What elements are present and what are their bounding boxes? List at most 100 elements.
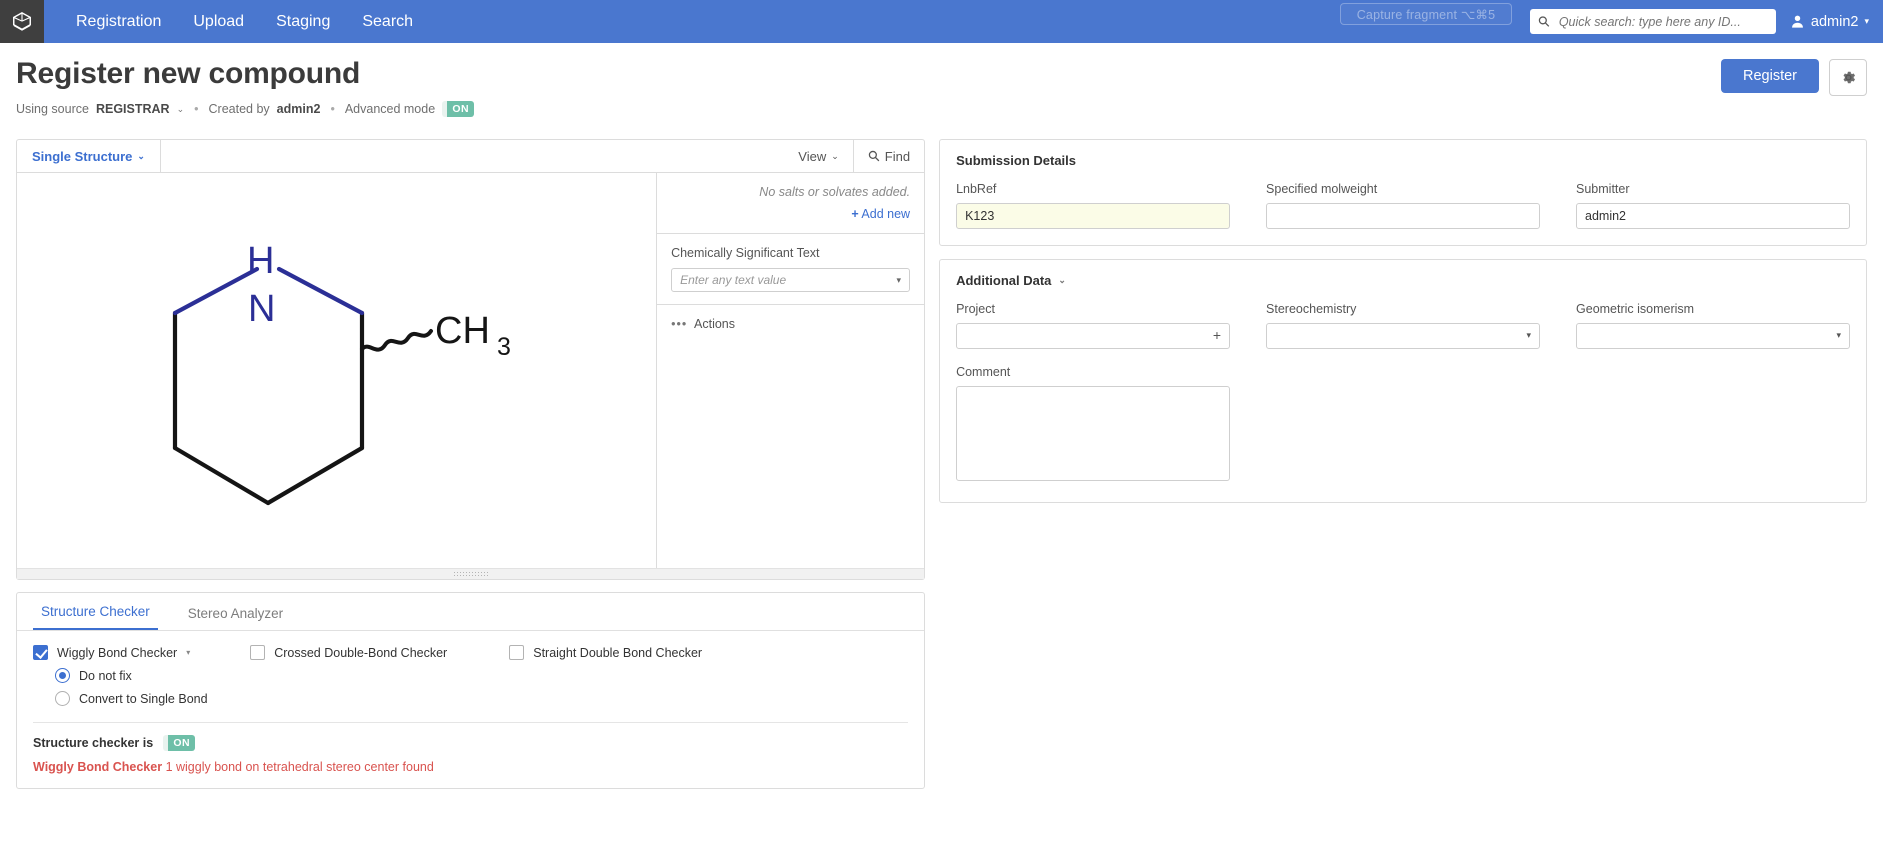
structure-canvas[interactable]: H N CH 3 [17,173,656,568]
nav-link-staging[interactable]: Staging [260,0,346,43]
user-icon [1790,14,1805,29]
cst-select[interactable]: Enter any text value ▾ [671,268,910,292]
project-input[interactable] [956,323,1230,349]
chevron-down-icon: ⌄ [831,151,839,162]
radio-option-do-not-fix[interactable]: Do not fix [55,668,908,683]
checkbox-wiggly-bond-checker[interactable] [33,645,48,660]
radio-convert-to-single-bond[interactable] [55,691,70,706]
nav-link-registration[interactable]: Registration [60,0,177,43]
wiggly-fix-radio-group: Do not fix Convert to Single Bond [33,660,908,706]
page-title: Register new compound [16,57,1867,91]
add-new-label: Add new [861,207,910,221]
geometric-isomerism-input[interactable] [1576,323,1850,349]
structure-mode-selector[interactable]: Single Structure ⌄ [17,140,161,172]
meta-separator-1: • [191,102,201,116]
editor-side-pane: No salts or solvates added. + Add new Ch… [656,173,924,568]
user-menu[interactable]: admin2 ▾ [1790,14,1869,30]
submitter-input[interactable] [1576,203,1850,229]
search-icon [1538,15,1550,28]
radio-convert-to-single-bond-label: Convert to Single Bond [79,692,208,706]
svg-text:CH: CH [435,310,490,352]
svg-text:3: 3 [497,333,511,361]
field-specified-molweight-label: Specified molweight [1266,182,1540,196]
register-button[interactable]: Register [1721,59,1819,93]
header-actions: Register [1721,59,1867,96]
search-input[interactable] [1557,14,1768,30]
app-logo[interactable] [0,0,44,43]
additional-data-header[interactable]: Additional Data ⌄ [956,273,1850,288]
chevron-down-icon: ⌄ [137,151,145,162]
actions-label: Actions [694,317,735,331]
actions-menu[interactable]: ••• Actions [657,305,924,343]
created-by-label: Created by [209,102,270,116]
user-name: admin2 [1811,14,1859,30]
cube-logo-icon [11,11,33,33]
radio-do-not-fix[interactable] [55,668,70,683]
add-new-salt-button[interactable]: + Add new [671,207,910,221]
navbar-right: admin2 ▾ [1530,0,1883,43]
checkbox-crossed-double-bond-checker[interactable] [250,645,265,660]
quick-search-box[interactable] [1530,9,1776,34]
additional-fields-grid: Project + Stereochemistry ▾ Geometric is… [956,302,1850,349]
resize-grip-icon [454,572,488,576]
radio-option-convert-to-single-bond[interactable]: Convert to Single Bond [55,691,908,706]
capture-fragment-overlay: Capture fragment ⌥⌘5 [1340,3,1512,25]
stereochemistry-input[interactable] [1266,323,1540,349]
project-picker[interactable]: + [956,323,1230,349]
nav-link-upload[interactable]: Upload [177,0,260,43]
cst-placeholder: Enter any text value [680,273,786,287]
tab-stereo-analyzer[interactable]: Stereo Analyzer [180,606,291,630]
lnbref-input[interactable] [956,203,1230,229]
checker-status-toggle[interactable]: ON [163,735,195,751]
field-specified-molweight: Specified molweight [1266,182,1540,229]
chevron-down-icon[interactable]: ⌄ [177,104,185,115]
view-menu[interactable]: View ⌄ [784,140,853,172]
field-stereochemistry-label: Stereochemistry [1266,302,1540,316]
salts-note: No salts or solvates added. [671,185,910,199]
right-column: Submission Details LnbRef Specified molw… [939,139,1867,503]
stereochemistry-select[interactable]: ▾ [1266,323,1540,349]
gear-icon [1840,69,1857,86]
checker-panel: Structure Checker Stereo Analyzer Wiggly… [16,592,925,789]
structure-editor-panel: Single Structure ⌄ View ⌄ Find [16,139,925,580]
additional-data-panel: Additional Data ⌄ Project + Stereochemis… [939,259,1867,503]
field-submitter: Submitter [1576,182,1850,229]
page-meta-row: Using source REGISTRAR ⌄ • Created by ad… [16,101,1867,117]
checker-error-text: 1 wiggly bond on tetrahedral stereo cent… [166,760,434,774]
wiggly-bond-checker-label: Wiggly Bond Checker [57,646,177,660]
chevron-down-icon: ▾ [1864,16,1869,27]
specified-molweight-input[interactable] [1266,203,1540,229]
field-project-label: Project [956,302,1230,316]
comment-textarea[interactable] [956,386,1230,481]
radio-do-not-fix-label: Do not fix [79,669,132,683]
checker-error-title: Wiggly Bond Checker [33,760,162,774]
checker-options-row: Wiggly Bond Checker ▾ Crossed Double-Bon… [33,645,908,660]
geometric-isomerism-select[interactable]: ▾ [1576,323,1850,349]
using-source-label: Using source [16,102,89,116]
additional-data-title: Additional Data [956,273,1051,288]
checker-tabs: Structure Checker Stereo Analyzer [17,593,924,631]
advanced-mode-toggle[interactable]: ON [442,101,474,117]
find-button[interactable]: Find [853,140,924,172]
view-menu-label: View [798,149,826,164]
nav-link-search[interactable]: Search [346,0,429,43]
field-stereochemistry: Stereochemistry ▾ [1266,302,1540,349]
panel-resize-handle[interactable] [17,568,924,579]
top-navbar: Registration Upload Staging Search Captu… [0,0,1883,43]
search-icon [868,150,880,162]
settings-button[interactable] [1829,59,1867,96]
straight-double-bond-checker-option[interactable]: Straight Double Bond Checker [509,645,702,660]
crossed-double-bond-checker-option[interactable]: Crossed Double-Bond Checker [250,645,447,660]
field-lnbref-label: LnbRef [956,182,1230,196]
wiggly-bond-checker-option[interactable]: Wiggly Bond Checker ▾ [33,645,190,660]
source-value[interactable]: REGISTRAR [96,102,170,116]
plus-icon: + [851,207,858,221]
field-comment-label: Comment [956,365,1230,379]
chevron-down-icon: ▾ [897,275,902,286]
checker-status-row: Structure checker is ON [17,723,924,751]
checkbox-straight-double-bond-checker[interactable] [509,645,524,660]
field-lnbref: LnbRef [956,182,1230,229]
chevron-down-icon[interactable]: ▾ [186,648,190,657]
crossed-double-bond-checker-label: Crossed Double-Bond Checker [274,646,447,660]
tab-structure-checker[interactable]: Structure Checker [33,604,158,630]
